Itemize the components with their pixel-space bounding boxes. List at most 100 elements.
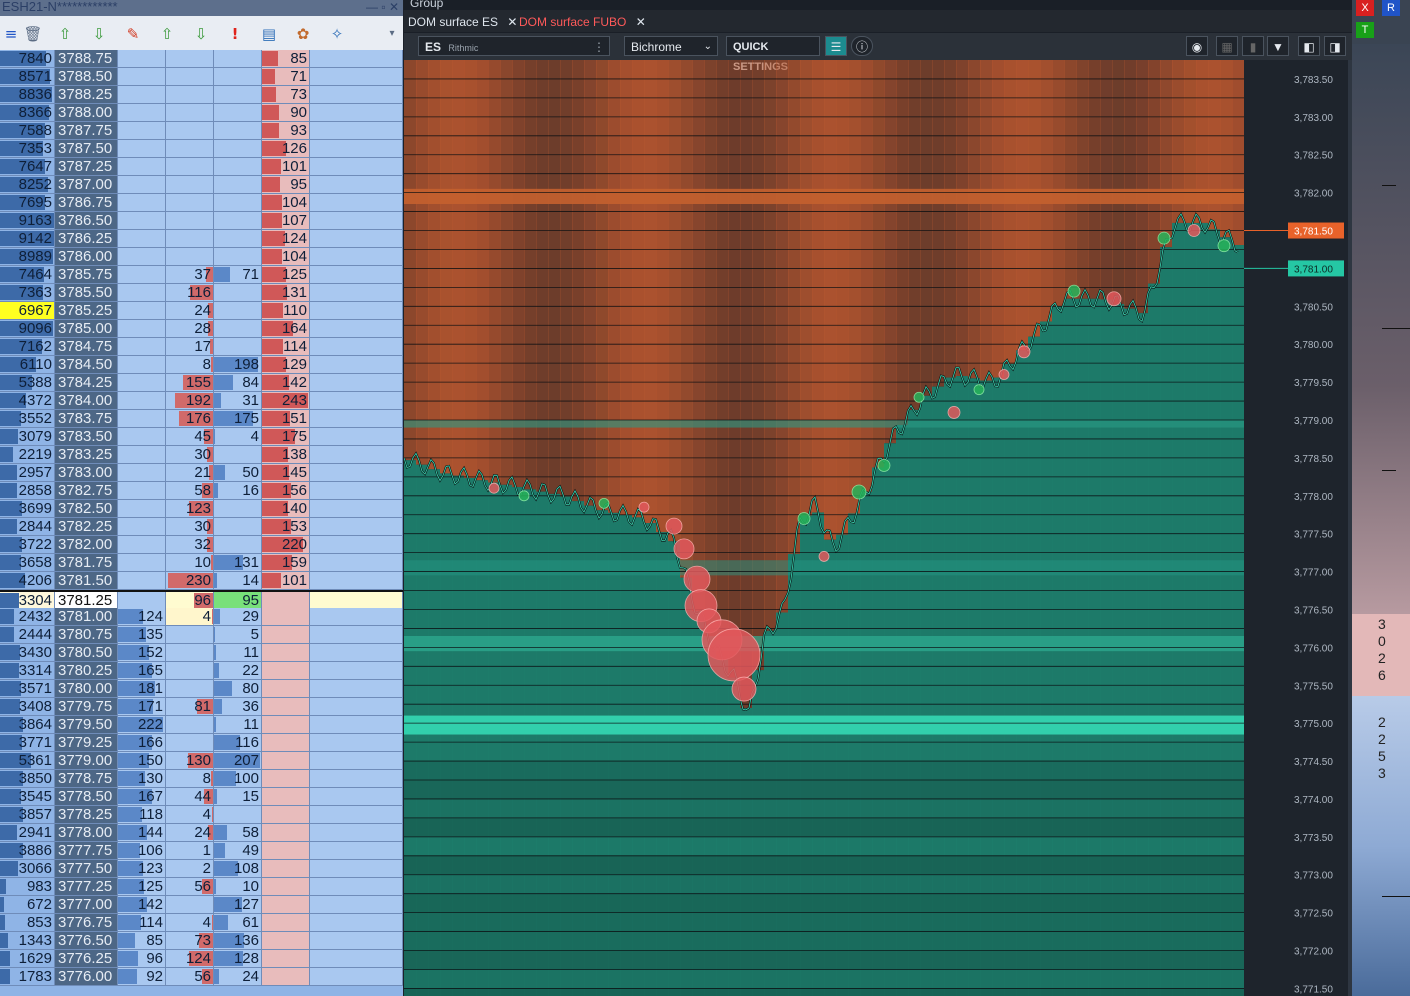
ladder-sold-cell[interactable] (166, 716, 214, 734)
ladder-bought-cell[interactable]: 61 (214, 914, 262, 932)
ladder-row[interactable]: 3886 3777.75 106 1 49 (0, 842, 403, 860)
ladder-bought-cell[interactable] (214, 122, 262, 140)
ladder-bought-cell[interactable] (214, 194, 262, 212)
ladder-extra-cell[interactable] (310, 572, 403, 590)
ladder-vol-cell[interactable]: 4206 (0, 572, 55, 590)
tab-dom-surface-fubo[interactable]: DOM surface FUBO ✕ (519, 12, 646, 32)
ladder-ask-cell[interactable] (262, 626, 310, 644)
ladder-sold-cell[interactable]: 4 (166, 806, 214, 824)
ladder-sold-cell[interactable] (166, 626, 214, 644)
ladder-sold-cell[interactable]: 17 (166, 338, 214, 356)
ladder-extra-cell[interactable] (310, 140, 403, 158)
ladder-bid-cell[interactable]: 85 (118, 932, 166, 950)
ladder-row[interactable]: 1783 3776.00 92 56 24 (0, 968, 403, 986)
ladder-vol-cell[interactable]: 3771 (0, 734, 55, 752)
ladder-bid-cell[interactable]: 130 (118, 770, 166, 788)
ladder-row[interactable]: 8571 3788.50 71 (0, 68, 403, 86)
ladder-ask-cell[interactable] (262, 644, 310, 662)
ladder-bought-cell[interactable]: 50 (214, 464, 262, 482)
ladder-bought-cell[interactable] (214, 158, 262, 176)
ladder-sold-cell[interactable]: 192 (166, 392, 214, 410)
ladder-bought-cell[interactable]: 71 (214, 266, 262, 284)
ladder-bought-cell[interactable]: 22 (214, 662, 262, 680)
ladder-bid-cell[interactable] (118, 410, 166, 428)
ladder-vol-cell[interactable]: 3552 (0, 410, 55, 428)
ladder-extra-cell[interactable] (310, 734, 403, 752)
ladder-bid-cell[interactable]: 152 (118, 644, 166, 662)
ladder-row[interactable]: 2219 3783.25 30 138 (0, 446, 403, 464)
ladder-bid-cell[interactable] (118, 392, 166, 410)
ladder-ask-cell[interactable] (262, 716, 310, 734)
ladder-bid-cell[interactable]: 123 (118, 860, 166, 878)
ladder-extra-cell[interactable] (310, 950, 403, 968)
ladder-row[interactable]: 4206 3781.50 230 14 101 (0, 572, 403, 590)
ladder-bought-cell[interactable]: 14 (214, 572, 262, 590)
ladder-sold-cell[interactable] (166, 68, 214, 86)
ladder-bid-cell[interactable] (118, 374, 166, 392)
ladder-row[interactable]: 6967 3785.25 24 110 (0, 302, 403, 320)
ladder-bid-cell[interactable]: 96 (118, 950, 166, 968)
ladder-bid-cell[interactable] (118, 518, 166, 536)
ladder-bid-cell[interactable]: 222 (118, 716, 166, 734)
ladder-bid-cell[interactable] (118, 536, 166, 554)
ladder-extra-cell[interactable] (310, 320, 403, 338)
ladder-vol-cell[interactable]: 6110 (0, 356, 55, 374)
close-x-button[interactable]: X (1356, 0, 1374, 16)
ladder-extra-cell[interactable] (310, 86, 403, 104)
ladder-row[interactable]: 9096 3785.00 28 164 (0, 320, 403, 338)
ladder-vol-cell[interactable]: 3066 (0, 860, 55, 878)
ladder-ask-cell[interactable]: 145 (262, 464, 310, 482)
ladder-extra-cell[interactable] (310, 104, 403, 122)
ladder-row[interactable]: 5361 3779.00 150 130 207 (0, 752, 403, 770)
ladder-row[interactable]: 3571 3780.00 181 80 (0, 680, 403, 698)
ladder-sold-cell[interactable] (166, 104, 214, 122)
ladder-vol-cell[interactable]: 3545 (0, 788, 55, 806)
ladder-extra-cell[interactable] (310, 680, 403, 698)
ladder-sold-cell[interactable] (166, 662, 214, 680)
ladder-extra-cell[interactable] (310, 464, 403, 482)
ladder-extra-cell[interactable] (310, 860, 403, 878)
ladder-ask-cell[interactable] (262, 860, 310, 878)
ladder-extra-cell[interactable] (310, 230, 403, 248)
ladder-extra-cell[interactable] (310, 194, 403, 212)
ladder-extra-cell[interactable] (310, 662, 403, 680)
close-icon[interactable]: ✕ (507, 15, 517, 29)
ladder-bid-cell[interactable] (118, 86, 166, 104)
ladder-bought-cell[interactable] (214, 338, 262, 356)
ladder-extra-cell[interactable] (310, 176, 403, 194)
ladder-vol-cell[interactable]: 3408 (0, 698, 55, 716)
ladder-bought-cell[interactable] (214, 518, 262, 536)
ladder-ask-cell[interactable] (262, 914, 310, 932)
ladder-extra-cell[interactable] (310, 644, 403, 662)
ladder-vol-cell[interactable]: 7162 (0, 338, 55, 356)
ladder-bought-cell[interactable]: 15 (214, 788, 262, 806)
ladder-ask-cell[interactable]: 129 (262, 356, 310, 374)
ladder-row[interactable]: 6110 3784.50 8 198 129 (0, 356, 403, 374)
ladder-row[interactable]: 7353 3787.50 126 (0, 140, 403, 158)
ladder-ask-cell[interactable]: 156 (262, 482, 310, 500)
ladder-bought-cell[interactable] (214, 50, 262, 68)
ladder-extra-cell[interactable] (310, 158, 403, 176)
ladder-extra-cell[interactable] (310, 266, 403, 284)
ladder-row[interactable]: 8366 3788.00 90 (0, 104, 403, 122)
ladder-vol-cell[interactable]: 2219 (0, 446, 55, 464)
dropdown-icon[interactable]: ▾ (383, 23, 401, 45)
ladder-vol-cell[interactable]: 853 (0, 914, 55, 932)
ladder-sold-cell[interactable] (166, 86, 214, 104)
ladder-ask-cell[interactable]: 71 (262, 68, 310, 86)
ladder-vol-cell[interactable]: 2844 (0, 518, 55, 536)
ladder-ask-cell[interactable]: 159 (262, 554, 310, 572)
ladder-row[interactable]: 1629 3776.25 96 124 128 (0, 950, 403, 968)
ladder-vol-cell[interactable]: 3079 (0, 428, 55, 446)
ladder-sold-cell[interactable] (166, 122, 214, 140)
ladder-sold-cell[interactable]: 10 (166, 554, 214, 572)
ladder-ask-cell[interactable]: 153 (262, 518, 310, 536)
ladder-row[interactable]: 3430 3780.50 152 11 (0, 644, 403, 662)
ladder-sold-cell[interactable] (166, 644, 214, 662)
theme-select[interactable]: Bichrome ⌄ (624, 36, 718, 56)
ladder-ask-cell[interactable] (262, 806, 310, 824)
ladder-vol-cell[interactable]: 2444 (0, 626, 55, 644)
ladder-bid-cell[interactable] (118, 212, 166, 230)
ladder-bought-cell[interactable] (214, 446, 262, 464)
ladder-ask-cell[interactable] (262, 788, 310, 806)
